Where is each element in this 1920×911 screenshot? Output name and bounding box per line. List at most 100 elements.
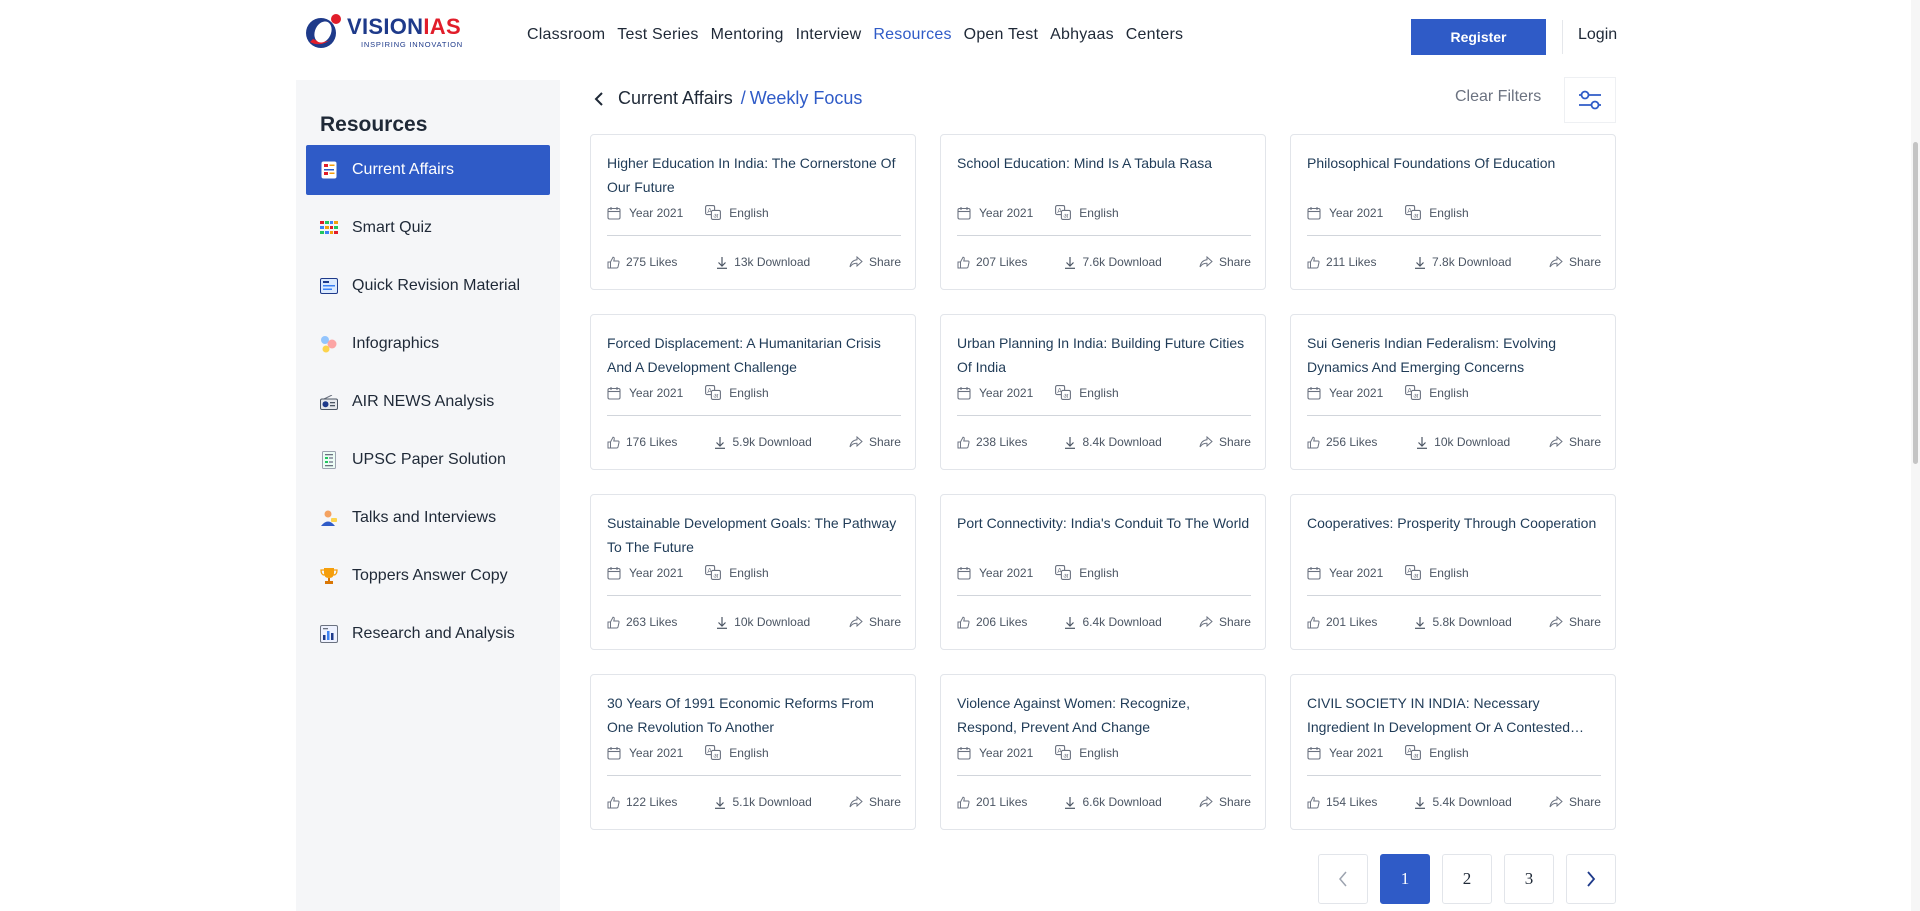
download-button[interactable]: 10k Download <box>1416 435 1510 449</box>
sidebar-item-research[interactable]: Research and Analysis <box>306 609 550 659</box>
calendar-icon <box>1307 566 1321 580</box>
card-divider <box>1307 415 1601 416</box>
card-divider <box>957 415 1251 416</box>
pagination-page-3[interactable]: 3 <box>1504 854 1554 904</box>
like-button[interactable]: 201 Likes <box>1307 615 1377 629</box>
sidebar-item-smart-quiz[interactable]: Smart Quiz <box>306 203 550 253</box>
sidebar-item-current-affairs[interactable]: Current Affairs <box>306 145 550 195</box>
nav-test-series[interactable]: Test Series <box>617 26 698 44</box>
card-title[interactable]: Cooperatives: Prosperity Through Coopera… <box>1307 511 1602 535</box>
card-meta: Year 2021 Aअ English <box>1307 745 1491 760</box>
share-button[interactable]: Share <box>1199 615 1251 629</box>
share-button[interactable]: Share <box>1549 795 1601 809</box>
sidebar-item-infographics[interactable]: Infographics <box>306 319 550 369</box>
pagination-page-2[interactable]: 2 <box>1442 854 1492 904</box>
like-button[interactable]: 176 Likes <box>607 435 677 449</box>
like-button[interactable]: 207 Likes <box>957 255 1027 269</box>
pagination-prev-button[interactable] <box>1318 854 1368 904</box>
download-button[interactable]: 5.9k Download <box>714 435 812 449</box>
share-button[interactable]: Share <box>1549 255 1601 269</box>
nav-mentoring[interactable]: Mentoring <box>711 26 784 44</box>
visionias-logo[interactable]: VISIONIAS INSPIRING INNOVATION <box>303 12 473 52</box>
nav-interview[interactable]: Interview <box>796 26 862 44</box>
download-button[interactable]: 6.6k Download <box>1064 795 1162 809</box>
language-icon: Aअ <box>705 205 722 220</box>
breadcrumb-current: Weekly Focus <box>749 88 863 108</box>
register-button[interactable]: Register <box>1411 19 1546 55</box>
download-button[interactable]: 7.8k Download <box>1414 255 1511 269</box>
sidebar-item-air-news[interactable]: AIR NEWS Analysis <box>306 377 550 427</box>
card-downloads: 6.4k Download <box>1082 615 1162 629</box>
card-title[interactable]: Sustainable Development Goals: The Pathw… <box>607 511 902 559</box>
sidebar-item-toppers[interactable]: Toppers Answer Copy <box>306 551 550 601</box>
download-button[interactable]: 13k Download <box>716 255 810 269</box>
like-button[interactable]: 256 Likes <box>1307 435 1377 449</box>
card-title[interactable]: Philosophical Foundations Of Education <box>1307 151 1602 175</box>
download-button[interactable]: 10k Download <box>716 615 810 629</box>
download-button[interactable]: 8.4k Download <box>1064 435 1162 449</box>
card-title[interactable]: Sui Generis Indian Federalism: Evolving … <box>1307 331 1602 379</box>
share-button[interactable]: Share <box>849 795 901 809</box>
language-icon: Aअ <box>1405 565 1422 580</box>
login-link[interactable]: Login <box>1578 26 1617 44</box>
like-button[interactable]: 275 Likes <box>607 255 677 269</box>
breadcrumb-parent[interactable]: Current Affairs <box>618 88 733 109</box>
sidebar-item-upsc-paper[interactable]: UPSC Paper Solution <box>306 435 550 485</box>
share-button[interactable]: Share <box>1199 435 1251 449</box>
share-button[interactable]: Share <box>849 615 901 629</box>
card-title[interactable]: Higher Education In India: The Cornersto… <box>607 151 902 199</box>
share-button[interactable]: Share <box>1549 435 1601 449</box>
card-title[interactable]: School Education: Mind Is A Tabula Rasa <box>957 151 1252 175</box>
card-stats: 154 Likes 5.4k Download Share <box>1307 795 1601 809</box>
like-button[interactable]: 211 Likes <box>1307 255 1376 269</box>
clear-filters-button[interactable]: Clear Filters <box>1455 88 1541 106</box>
calendar-icon <box>607 206 621 220</box>
card-stats: 201 Likes 5.8k Download Share <box>1307 615 1601 629</box>
calendar-icon <box>957 566 971 580</box>
card-title[interactable]: Port Connectivity: India's Conduit To Th… <box>957 511 1252 535</box>
card-language: English <box>1079 745 1119 760</box>
like-button[interactable]: 238 Likes <box>957 435 1027 449</box>
sidebar-item-quick-revision[interactable]: Quick Revision Material <box>306 261 550 311</box>
share-button[interactable]: Share <box>849 255 901 269</box>
download-button[interactable]: 5.4k Download <box>1414 795 1512 809</box>
share-button[interactable]: Share <box>1549 615 1601 629</box>
share-icon <box>1549 256 1563 268</box>
share-button[interactable]: Share <box>1199 255 1251 269</box>
card-meta: Year 2021 Aअ English <box>1307 385 1491 400</box>
share-button[interactable]: Share <box>849 435 901 449</box>
thumbs-up-icon <box>1307 436 1320 448</box>
card-likes: 207 Likes <box>976 255 1028 269</box>
card-title[interactable]: 30 Years Of 1991 Economic Reforms From O… <box>607 691 902 739</box>
download-button[interactable]: 6.4k Download <box>1064 615 1162 629</box>
card-divider <box>1307 235 1601 236</box>
download-button[interactable]: 5.1k Download <box>714 795 812 809</box>
download-button[interactable]: 5.8k Download <box>1414 615 1512 629</box>
filter-toggle-button[interactable] <box>1564 77 1616 123</box>
nav-classroom[interactable]: Classroom <box>527 26 605 44</box>
pagination-page-1[interactable]: 1 <box>1380 854 1430 904</box>
like-button[interactable]: 263 Likes <box>607 615 677 629</box>
nav-resources[interactable]: Resources <box>873 26 951 44</box>
download-button[interactable]: 7.6k Download <box>1064 255 1162 269</box>
download-icon <box>715 796 726 809</box>
like-button[interactable]: 201 Likes <box>957 795 1027 809</box>
nav-abhyaas[interactable]: Abhyaas <box>1050 26 1114 44</box>
card-title[interactable]: CIVIL SOCIETY IN INDIA: Necessary Ingred… <box>1307 691 1602 739</box>
nav-centers[interactable]: Centers <box>1126 26 1183 44</box>
back-chevron-icon[interactable] <box>594 89 608 109</box>
share-button[interactable]: Share <box>1199 795 1251 809</box>
resource-card: Higher Education In India: The Cornersto… <box>590 134 916 290</box>
nav-open-test[interactable]: Open Test <box>964 26 1038 44</box>
page-scrollbar-thumb[interactable] <box>1913 142 1918 464</box>
card-title[interactable]: Forced Displacement: A Humanitarian Cris… <box>607 331 902 379</box>
like-button[interactable]: 154 Likes <box>1307 795 1377 809</box>
like-button[interactable]: 206 Likes <box>957 615 1027 629</box>
card-title[interactable]: Violence Against Women: Recognize, Respo… <box>957 691 1252 739</box>
pagination-next-button[interactable] <box>1566 854 1616 904</box>
card-title[interactable]: Urban Planning In India: Building Future… <box>957 331 1252 379</box>
card-divider <box>607 775 901 776</box>
like-button[interactable]: 122 Likes <box>607 795 677 809</box>
sidebar-item-talks[interactable]: Talks and Interviews <box>306 493 550 543</box>
resource-card: CIVIL SOCIETY IN INDIA: Necessary Ingred… <box>1290 674 1616 830</box>
